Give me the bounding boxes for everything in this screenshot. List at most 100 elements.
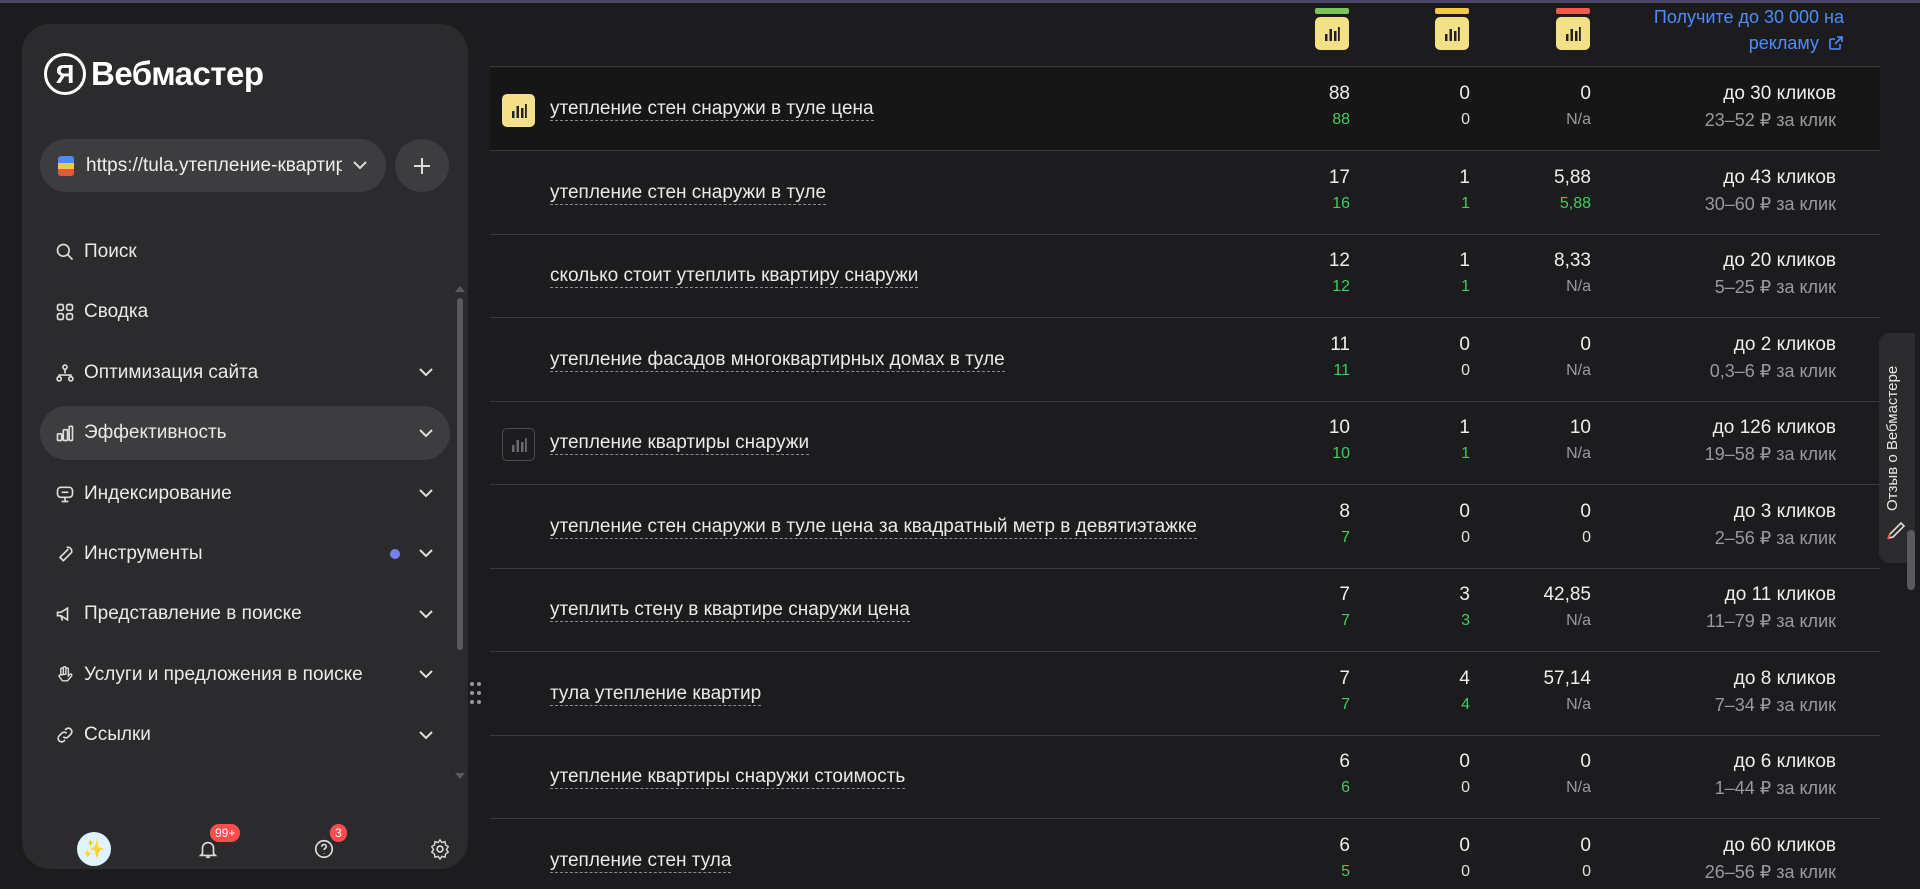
notifications-badge: 99+ — [210, 824, 241, 842]
metric-green: 88 88 — [1230, 68, 1350, 130]
sidebar-item-5[interactable]: Индексирование — [40, 467, 450, 521]
profile-button[interactable]: ✨ — [74, 824, 114, 874]
sidebar-scrollbar[interactable] — [457, 298, 463, 650]
site-selector[interactable]: https://tula.утепление-квартир — [40, 139, 386, 192]
sidebar-resize-handle[interactable] — [470, 682, 484, 706]
column-header-yellow[interactable] — [1435, 8, 1469, 54]
site-favicon-icon — [58, 155, 74, 176]
table-row: утепление фасадов многоквартирных домах … — [490, 319, 1880, 402]
metric-value: 0 — [1459, 834, 1470, 856]
metric-green: 17 16 — [1230, 152, 1350, 214]
metric-subvalue: 88 — [1332, 111, 1350, 128]
query-link[interactable]: тула утепление квартир — [550, 683, 762, 706]
metric-value: 0 — [1459, 333, 1470, 355]
ad-forecast: до 3 кликов 2–56 ₽ за клик — [1564, 486, 1836, 548]
sidebar-item-9[interactable]: Ссылки — [40, 708, 450, 762]
query-link[interactable]: утепление стен тула — [550, 850, 732, 873]
query-link[interactable]: утепление стен снаружи в туле — [550, 182, 827, 205]
metric-subvalue: 0 — [1461, 779, 1470, 796]
sidebar-scroll-down[interactable] — [455, 773, 465, 779]
clicks-forecast: до 43 кликов — [1723, 166, 1836, 188]
page-scrollbar[interactable] — [1907, 530, 1915, 590]
metric-value: 1 — [1459, 166, 1470, 188]
ad-forecast: до 20 кликов 5–25 ₽ за клик — [1564, 235, 1836, 297]
metric-subvalue: 16 — [1332, 194, 1350, 212]
query-link[interactable]: утеплить стену в квартире снаружи цена — [550, 599, 910, 622]
clicks-forecast: до 2 кликов — [1733, 333, 1836, 355]
metric-yellow: 44 — [1350, 653, 1470, 715]
metric-subvalue: 0 — [1461, 111, 1470, 128]
metric-yellow: 11 — [1350, 152, 1470, 214]
metric-yellow: 11 — [1350, 402, 1470, 464]
query-link[interactable]: сколько стоит утеплить квартиру снаружи — [550, 265, 919, 288]
notifications-button[interactable]: 99+ — [188, 824, 241, 874]
query-link[interactable]: утепление стен снаружи в туле цена за кв… — [550, 516, 1197, 539]
price-per-click: 11–79 ₽ за клик — [1706, 611, 1836, 631]
add-site-button[interactable] — [395, 139, 449, 192]
promo-line-1: Получите до 30 000 на — [1653, 7, 1844, 27]
sidebar-item-7[interactable]: Представление в поиске — [40, 587, 450, 641]
metric-subvalue: 0 — [1461, 361, 1470, 379]
ad-forecast: до 6 кликов 1–44 ₽ за клик — [1564, 736, 1836, 798]
chevron-down-icon — [348, 154, 372, 178]
pencil-icon — [1887, 521, 1906, 540]
table-row: утепление квартиры снаружи стоимость 6 6 0 0… — [490, 736, 1880, 819]
bar-chart-icon — [1556, 17, 1590, 50]
metric-value: 0 — [1459, 83, 1470, 104]
metric-subvalue: 1 — [1461, 194, 1470, 212]
sidebar-item-4[interactable]: Эффективность — [40, 406, 450, 461]
sidebar-item-8[interactable]: Услуги и предложения в поиске — [40, 648, 450, 702]
metric-green: 77 — [1230, 653, 1350, 715]
ad-forecast: до 60 кликов 26–56 ₽ за клик — [1564, 820, 1836, 882]
ad-promo-link[interactable]: Получите до 30 000 на рекламу — [1624, 4, 1844, 56]
settings-button[interactable] — [420, 824, 460, 874]
metric-green: 65 — [1230, 820, 1350, 882]
sidebar-item-2[interactable]: Сводка — [40, 285, 450, 339]
bar-chart-icon[interactable] — [502, 94, 535, 127]
bar-chart-icon[interactable] — [502, 428, 535, 461]
metric-subvalue: 0 — [1461, 528, 1470, 546]
price-per-click: 7–34 ₽ за клик — [1714, 694, 1836, 715]
metric-value: 6 — [1339, 834, 1350, 856]
help-badge: 3 — [330, 824, 347, 842]
column-header-red[interactable] — [1556, 8, 1590, 54]
clicks-forecast: до 3 кликов — [1733, 500, 1836, 522]
sidebar-item-label: Ссылки — [84, 724, 151, 746]
table-row: сколько стоит утеплить квартиру снаружи 1… — [490, 235, 1880, 318]
metric-subvalue: 7 — [1341, 612, 1350, 629]
query-link[interactable]: утепление квартиры снаружи стоимость — [550, 766, 906, 789]
ad-forecast: до 11 кликов 11–79 ₽ за клик — [1564, 569, 1836, 631]
avatar: ✨ — [77, 832, 111, 866]
chevron-down-icon — [414, 663, 438, 687]
metric-subvalue: 6 — [1341, 779, 1350, 796]
logo[interactable]: Я Вебмастер — [44, 52, 264, 96]
gear-icon — [430, 838, 450, 860]
metric-value: 17 — [1328, 166, 1350, 188]
query-link[interactable]: утепление стен снаружи в туле цена — [550, 98, 874, 121]
sidebar-scroll-up[interactable] — [455, 286, 465, 292]
metric-value: 8 — [1339, 500, 1350, 522]
column-header-green[interactable] — [1315, 8, 1349, 54]
table-row: утепление стен снаружи в туле цена 88 88 0 0… — [490, 68, 1880, 151]
chevron-down-icon — [414, 421, 438, 445]
sidebar-item-3[interactable]: Оптимизация сайта — [40, 346, 450, 400]
metric-subvalue: 10 — [1332, 445, 1350, 462]
ad-forecast: до 8 кликов 7–34 ₽ за клик — [1564, 653, 1836, 715]
clicks-forecast: до 126 кликов — [1712, 417, 1836, 438]
feedback-label: Отзыв о Вебмастере — [1884, 365, 1901, 511]
query-link[interactable]: утепление квартиры снаружи — [550, 432, 810, 455]
sidebar-item-6[interactable]: Инструменты — [40, 527, 450, 581]
external-link-icon — [1829, 36, 1843, 50]
sidebar-item-label: Эффективность — [84, 422, 227, 444]
sidebar-item-1[interactable]: Поиск — [40, 225, 450, 279]
chevron-down-icon — [414, 602, 438, 626]
chevron-down-icon — [414, 482, 438, 506]
ad-forecast: до 30 кликов 23–52 ₽ за клик — [1564, 68, 1836, 130]
sidebar-item-label: Услуги и предложения в поиске — [84, 663, 363, 685]
help-button[interactable]: 3 — [304, 824, 347, 874]
link-icon — [54, 724, 76, 746]
query-link[interactable]: утепление фасадов многоквартирных домах … — [550, 349, 1005, 372]
metric-green: 11 11 — [1230, 319, 1350, 381]
metric-green: 77 — [1230, 569, 1350, 631]
wrench-icon — [54, 543, 76, 565]
